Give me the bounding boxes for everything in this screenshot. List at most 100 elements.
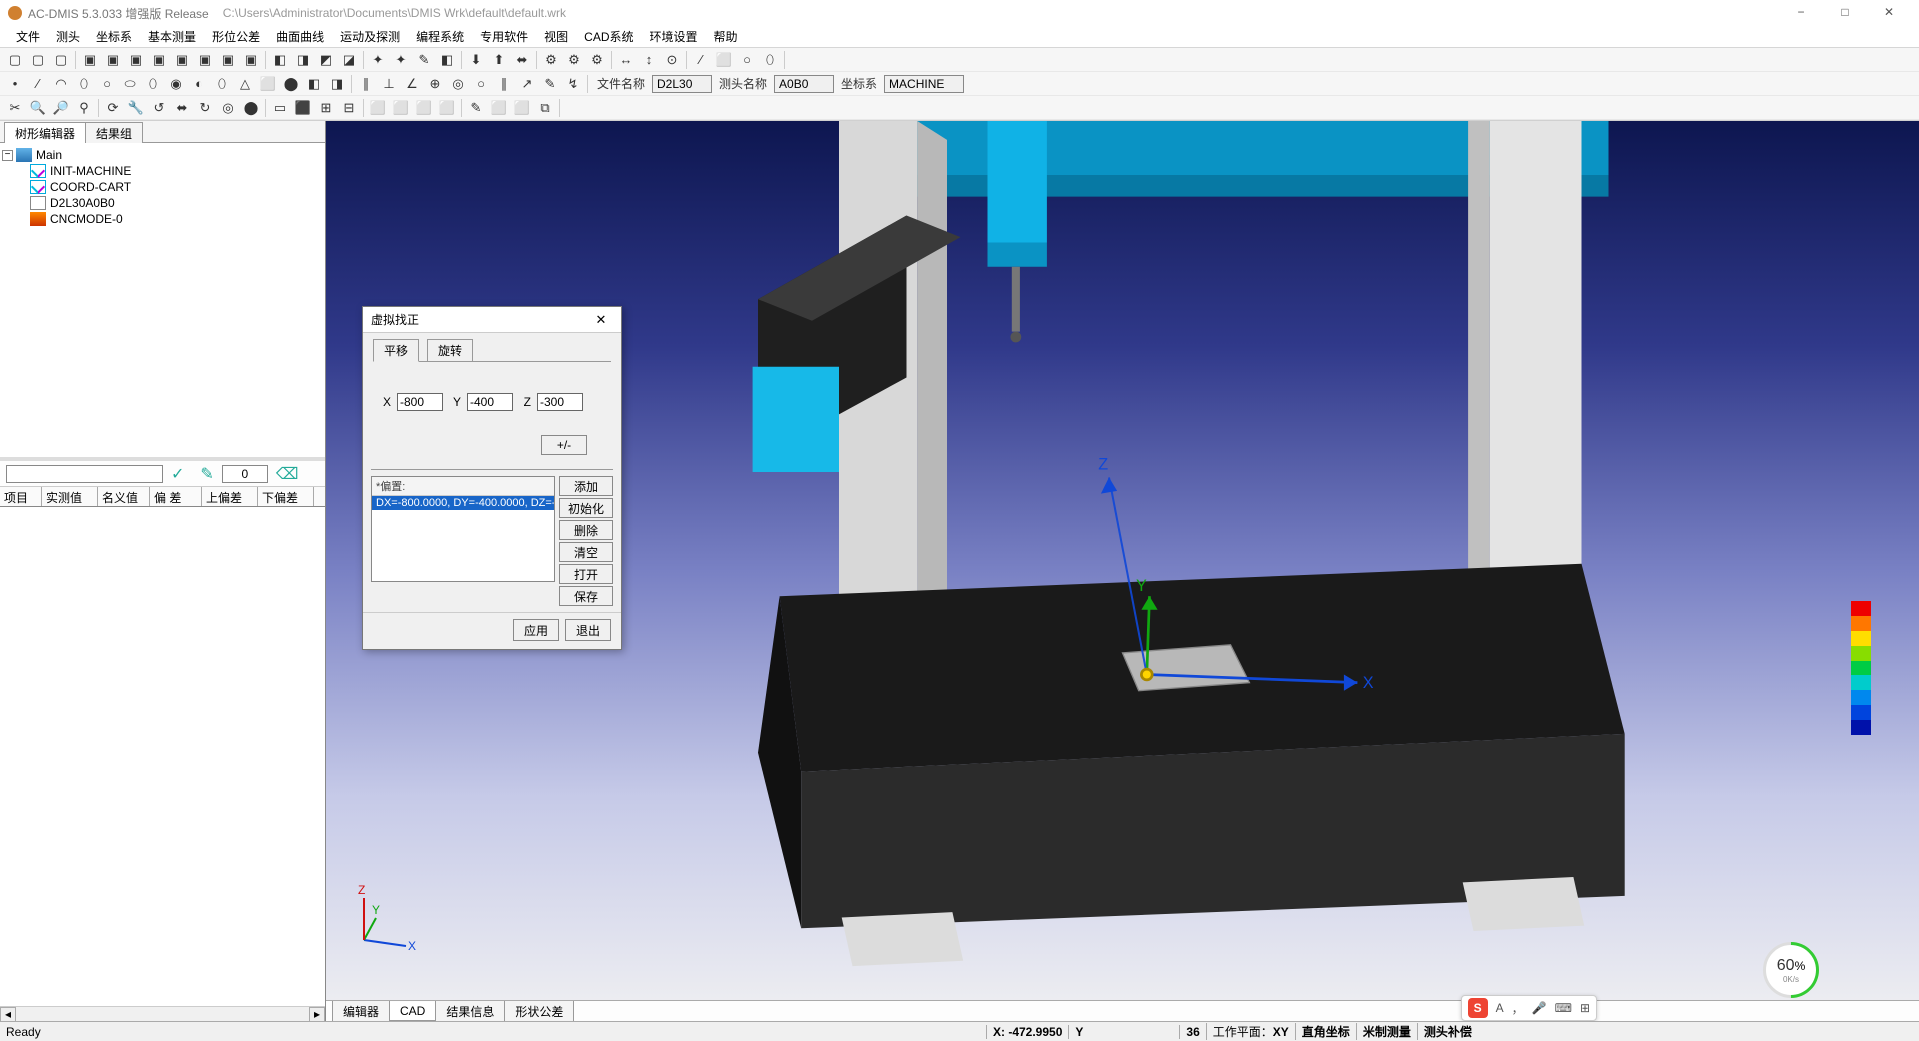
menu-CAD系统[interactable]: CAD系统: [576, 26, 641, 47]
filename-input[interactable]: [652, 75, 712, 93]
toolbar-button[interactable]: ✦: [367, 50, 389, 70]
hdr-dev[interactable]: 偏 差: [150, 487, 202, 506]
toolbar-button[interactable]: ⧉: [534, 98, 556, 118]
toolbar-button[interactable]: ▢: [27, 50, 49, 70]
toolbar-button[interactable]: ⬜: [488, 98, 510, 118]
eraser-icon[interactable]: ⌫: [276, 464, 299, 484]
toolbar-button[interactable]: ∕: [27, 74, 49, 94]
toolbar-button[interactable]: ◧: [269, 50, 291, 70]
plus-minus-button[interactable]: +/-: [541, 435, 587, 455]
tree-scrollbar[interactable]: ◂ ▸: [0, 1006, 325, 1022]
toolbar-button[interactable]: ⬜: [511, 98, 533, 118]
menu-形位公差[interactable]: 形位公差: [204, 26, 268, 47]
toolbar-button[interactable]: ✎: [465, 98, 487, 118]
btab-shape-tol[interactable]: 形状公差: [504, 1001, 574, 1023]
toolbar-button[interactable]: ⬛: [292, 98, 314, 118]
tab-result-group[interactable]: 结果组: [85, 122, 143, 143]
toolbar-button[interactable]: ◨: [292, 50, 314, 70]
menu-视图[interactable]: 视图: [536, 26, 576, 47]
result-index-input[interactable]: [222, 465, 268, 483]
toolbar-button[interactable]: ✎: [413, 50, 435, 70]
toolbar-button[interactable]: ✦: [390, 50, 412, 70]
magic-icon[interactable]: ✎: [200, 464, 213, 484]
toolbar-button[interactable]: ▣: [240, 50, 262, 70]
side-btn-4[interactable]: 打开: [559, 564, 613, 584]
toolbar-button[interactable]: ○: [470, 74, 492, 94]
toolbar-button[interactable]: ⬇: [465, 50, 487, 70]
toolbar-button[interactable]: ◐: [188, 74, 210, 94]
toolbar-button[interactable]: ⬜: [367, 98, 389, 118]
toolbar-button[interactable]: △: [234, 74, 256, 94]
x-input[interactable]: [397, 393, 443, 411]
check-icon[interactable]: ✓: [171, 464, 184, 484]
toolbar-button[interactable]: 🔍: [27, 98, 49, 118]
hdr-ltol[interactable]: 下偏差: [258, 487, 314, 506]
dlg-tab-rotate[interactable]: 旋转: [427, 339, 473, 362]
toolbar-button[interactable]: ▢: [4, 50, 26, 70]
ime-item[interactable]: ，: [1512, 1000, 1524, 1017]
toolbar-button[interactable]: ↻: [194, 98, 216, 118]
toolbar-button[interactable]: ▭: [269, 98, 291, 118]
toolbar-button[interactable]: ⬤: [280, 74, 302, 94]
ime-logo-icon[interactable]: S: [1468, 998, 1488, 1018]
toolbar-button[interactable]: ▣: [171, 50, 193, 70]
collapse-icon[interactable]: −: [2, 150, 13, 161]
toolbar-button[interactable]: ⊞: [315, 98, 337, 118]
menu-帮助[interactable]: 帮助: [706, 26, 746, 47]
tree-item[interactable]: D2L30A0B0: [2, 195, 323, 211]
scroll-track[interactable]: [16, 1007, 309, 1022]
minimize-button[interactable]: −: [1779, 0, 1823, 26]
tree-view[interactable]: − Main INIT-MACHINE COORD-CART D2L30A0B0…: [0, 143, 325, 457]
offset-item[interactable]: DX=-800.0000, DY=-400.0000, DZ=-300.00: [372, 496, 554, 510]
menu-曲面曲线[interactable]: 曲面曲线: [268, 26, 332, 47]
toolbar-button[interactable]: ⊙: [661, 50, 683, 70]
toolbar-button[interactable]: ✂: [4, 98, 26, 118]
hdr-actual[interactable]: 实测值: [42, 487, 98, 506]
toolbar-button[interactable]: ↯: [562, 74, 584, 94]
virtual-align-dialog[interactable]: 虚拟找正 ✕ 平移 旋转 X Y Z +/- *偏置: DX=-800.0000…: [362, 306, 622, 650]
menu-基本测量[interactable]: 基本测量: [140, 26, 204, 47]
menu-环境设置[interactable]: 环境设置: [642, 26, 706, 47]
result-search-input[interactable]: [6, 465, 163, 483]
toolbar-button[interactable]: ⬜: [436, 98, 458, 118]
toolbar-button[interactable]: •: [4, 74, 26, 94]
toolbar-button[interactable]: ▣: [148, 50, 170, 70]
hdr-utol[interactable]: 上偏差: [202, 487, 258, 506]
hdr-nominal[interactable]: 名义值: [98, 487, 150, 506]
toolbar-button[interactable]: ∕: [690, 50, 712, 70]
toolbar-button[interactable]: ⬜: [413, 98, 435, 118]
toolbar-button[interactable]: ⬤: [240, 98, 262, 118]
toolbar-button[interactable]: ⟳: [102, 98, 124, 118]
toolbar-button[interactable]: ∥: [355, 74, 377, 94]
dialog-close-button[interactable]: ✕: [589, 312, 613, 328]
toolbar-button[interactable]: ◧: [436, 50, 458, 70]
toolbar-button[interactable]: ◩: [315, 50, 337, 70]
scroll-right-icon[interactable]: ▸: [309, 1007, 325, 1022]
y-input[interactable]: [467, 393, 513, 411]
tree-item[interactable]: CNCMODE-0: [2, 211, 323, 227]
toolbar-button[interactable]: ◠: [50, 74, 72, 94]
toolbar-button[interactable]: ◎: [447, 74, 469, 94]
toolbar-button[interactable]: ⊥: [378, 74, 400, 94]
toolbar-button[interactable]: ⬌: [171, 98, 193, 118]
toolbar-button[interactable]: ⬆: [488, 50, 510, 70]
btab-editor[interactable]: 编辑器: [332, 1001, 390, 1023]
toolbar-button[interactable]: ⬯: [73, 74, 95, 94]
toolbar-button[interactable]: ◨: [326, 74, 348, 94]
toolbar-button[interactable]: ∥: [493, 74, 515, 94]
toolbar-button[interactable]: ▢: [50, 50, 72, 70]
toolbar-button[interactable]: ⬜: [390, 98, 412, 118]
menu-编程系统[interactable]: 编程系统: [408, 26, 472, 47]
dlg-tab-translate[interactable]: 平移: [373, 339, 419, 362]
menu-坐标系[interactable]: 坐标系: [88, 26, 140, 47]
ime-toolbar[interactable]: S A ， 🎤 ⌨ ⊞: [1461, 995, 1597, 1021]
toolbar-button[interactable]: ⚙: [586, 50, 608, 70]
toolbar-button[interactable]: ⚙: [563, 50, 585, 70]
side-btn-3[interactable]: 清空: [559, 542, 613, 562]
toolbar-button[interactable]: 🔎: [50, 98, 72, 118]
close-button[interactable]: ✕: [1867, 0, 1911, 26]
menu-测头[interactable]: 测头: [48, 26, 88, 47]
toolbar-button[interactable]: ◉: [165, 74, 187, 94]
coord-input[interactable]: [884, 75, 964, 93]
ime-keyboard-icon[interactable]: ⌨: [1555, 1001, 1572, 1015]
